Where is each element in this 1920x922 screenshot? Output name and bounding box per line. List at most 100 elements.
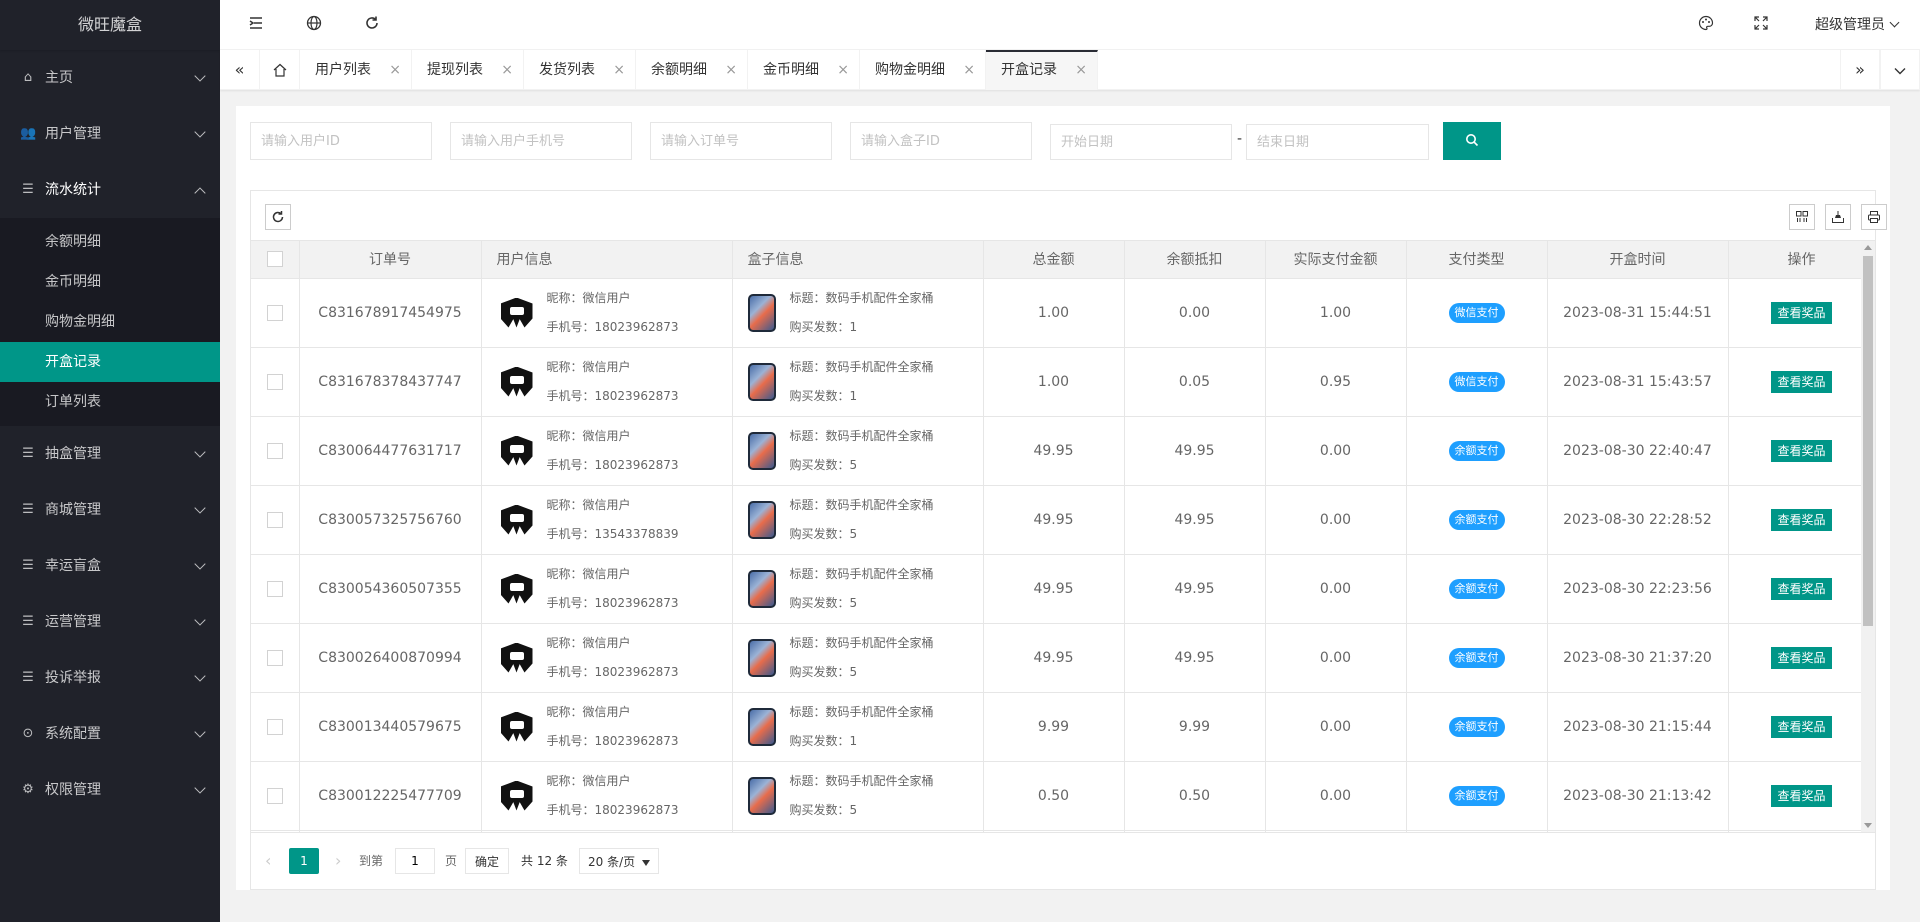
user-id-input[interactable] — [250, 122, 432, 160]
prev-page-icon[interactable]: ‹ — [265, 848, 271, 874]
close-icon[interactable]: × — [725, 50, 737, 90]
table-row[interactable]: C830057325756760 昵称：微信用户 手机号：13543378839 标题… — [251, 485, 1875, 555]
table-row[interactable]: C830064477631717 昵称：微信用户 手机号：18023962873 标题… — [251, 416, 1875, 486]
website-globe-icon[interactable] — [304, 15, 324, 35]
close-icon[interactable]: × — [963, 50, 975, 90]
row-checkbox[interactable] — [266, 511, 283, 528]
columns-filter-icon[interactable] — [1789, 204, 1815, 230]
current-page[interactable]: 1 — [289, 848, 319, 874]
admin-menu[interactable]: 超级管理员 — [1815, 0, 1900, 50]
goto-page-input[interactable] — [395, 848, 435, 874]
sidebar-item-7[interactable]: ☰ 投诉举报 — [0, 650, 220, 706]
col-paid[interactable]: 实际支付金额 — [1265, 241, 1407, 279]
view-prize-button[interactable]: 查看奖品 — [1771, 301, 1832, 324]
sidebar-item-2[interactable]: ☰ 流水统计 — [0, 162, 220, 218]
sidebar-subitem-4[interactable]: 订单列表 — [0, 382, 220, 422]
order-number: C830054360507355 — [299, 554, 482, 624]
row-checkbox[interactable] — [266, 787, 283, 804]
user-meta: 昵称：微信用户 手机号：13543378839 — [547, 491, 679, 549]
view-prize-button[interactable]: 查看奖品 — [1771, 715, 1832, 738]
close-icon[interactable]: × — [501, 50, 513, 90]
view-prize-button[interactable]: 查看奖品 — [1771, 439, 1832, 462]
table-row[interactable]: C830013440579675 昵称：微信用户 手机号：18023962873 标题… — [251, 692, 1875, 762]
sidebar-item-6[interactable]: ☰ 运营管理 — [0, 594, 220, 650]
refresh-icon[interactable] — [362, 15, 382, 35]
tab-1[interactable]: 提现列表 × — [412, 50, 524, 90]
user-phone-input[interactable] — [450, 122, 632, 160]
next-page-icon[interactable]: › — [335, 848, 341, 874]
row-checkbox[interactable] — [266, 304, 283, 321]
close-icon[interactable]: × — [389, 50, 401, 90]
row-checkbox[interactable] — [266, 442, 283, 459]
fullscreen-icon[interactable] — [1751, 15, 1771, 35]
box-id-input[interactable] — [850, 122, 1032, 160]
box-info: 标题：数码手机配件全家桶 购买发数：5 — [733, 491, 983, 549]
table-row[interactable]: C830054360507355 昵称：微信用户 手机号：18023962873 标题… — [251, 554, 1875, 624]
tab-2[interactable]: 发货列表 × — [524, 50, 636, 90]
start-date-input[interactable] — [1050, 124, 1232, 160]
tabs-scroll-left-icon[interactable]: « — [220, 50, 260, 90]
tab-4[interactable]: 金币明细 × — [748, 50, 860, 90]
view-prize-button[interactable]: 查看奖品 — [1771, 577, 1832, 600]
tabs-menu-chevron-down-icon[interactable] — [1880, 50, 1920, 90]
row-checkbox[interactable] — [266, 373, 283, 390]
sidebar-item-8[interactable]: ⊙ 系统配置 — [0, 706, 220, 762]
table-scrollbar[interactable] — [1861, 241, 1875, 832]
view-prize-button[interactable]: 查看奖品 — [1771, 646, 1832, 669]
table-refresh-button[interactable] — [265, 204, 291, 230]
goto-confirm-button[interactable]: 确定 — [465, 848, 509, 874]
page-size-select[interactable]: 20 条/页 — [579, 848, 659, 874]
menu-toggle-icon[interactable] — [246, 15, 266, 35]
view-prize-button[interactable]: 查看奖品 — [1771, 508, 1832, 531]
tab-home[interactable] — [260, 50, 300, 90]
close-icon[interactable]: × — [837, 50, 849, 90]
export-icon[interactable] — [1825, 204, 1851, 230]
row-checkbox[interactable] — [266, 718, 283, 735]
col-box-info[interactable]: 盒子信息 — [732, 241, 984, 279]
col-action[interactable]: 操作 — [1728, 241, 1875, 279]
row-checkbox[interactable] — [266, 649, 283, 666]
sidebar-subitem-2[interactable]: 购物金明细 — [0, 302, 220, 342]
sidebar-subitem-3[interactable]: 开盒记录 — [0, 342, 220, 382]
col-deduct[interactable]: 余额抵扣 — [1124, 241, 1266, 279]
sidebar-subitem-0[interactable]: 余额明细 — [0, 222, 220, 262]
close-icon[interactable]: × — [613, 50, 625, 90]
sidebar-item-1[interactable]: 👥 用户管理 — [0, 106, 220, 162]
table-row[interactable]: C830026400870994 昵称：微信用户 手机号：18023962873 标题… — [251, 623, 1875, 693]
col-total[interactable]: 总金额 — [983, 241, 1125, 279]
theme-palette-icon[interactable] — [1696, 15, 1716, 35]
row-select-cell — [251, 347, 300, 417]
sidebar-item-4[interactable]: ☰ 商城管理 — [0, 482, 220, 538]
view-prize-button[interactable]: 查看奖品 — [1771, 784, 1832, 807]
tab-5[interactable]: 购物金明细 × — [860, 50, 986, 90]
table-row[interactable]: C831678917454975 昵称：微信用户 手机号：18023962873 标题… — [251, 278, 1875, 348]
sidebar-item-5[interactable]: ☰ 幸运盲盒 — [0, 538, 220, 594]
tab-3[interactable]: 余额明细 × — [636, 50, 748, 90]
col-pay-type[interactable]: 支付类型 — [1406, 241, 1548, 279]
sidebar-item-0[interactable]: ⌂ 主页 — [0, 50, 220, 106]
table-row[interactable]: C831678378437747 昵称：微信用户 手机号：18023962873 标题… — [251, 347, 1875, 417]
tab-0[interactable]: 用户列表 × — [300, 50, 412, 90]
view-prize-button[interactable]: 查看奖品 — [1771, 370, 1832, 393]
search-button[interactable] — [1443, 122, 1501, 160]
tabs-scroll-right-icon[interactable]: » — [1840, 50, 1880, 90]
scroll-up-icon[interactable] — [1864, 245, 1872, 250]
col-time[interactable]: 开盒时间 — [1547, 241, 1729, 279]
phone: 18023962873 — [594, 664, 679, 679]
sidebar-subitem-1[interactable]: 金币明细 — [0, 262, 220, 302]
col-user-info[interactable]: 用户信息 — [481, 241, 733, 279]
tab-6[interactable]: 开盒记录 × — [986, 50, 1098, 90]
scroll-down-icon[interactable] — [1864, 823, 1872, 828]
end-date-input[interactable] — [1246, 124, 1429, 160]
close-icon[interactable]: × — [1075, 52, 1087, 88]
print-icon[interactable] — [1861, 204, 1887, 230]
scroll-thumb[interactable] — [1863, 256, 1873, 626]
row-checkbox[interactable] — [266, 580, 283, 597]
sidebar-item-9[interactable]: ⚙ 权限管理 — [0, 762, 220, 818]
table-row[interactable]: C830012225477709 昵称：微信用户 手机号：18023962873 标题… — [251, 761, 1875, 831]
order-number-input[interactable] — [650, 122, 832, 160]
select-all-checkbox[interactable] — [266, 251, 283, 268]
open-time: 2023-08-30 21:37:20 — [1547, 623, 1729, 693]
col-order[interactable]: 订单号 — [299, 241, 482, 279]
sidebar-item-3[interactable]: ☰ 抽盒管理 — [0, 426, 220, 482]
